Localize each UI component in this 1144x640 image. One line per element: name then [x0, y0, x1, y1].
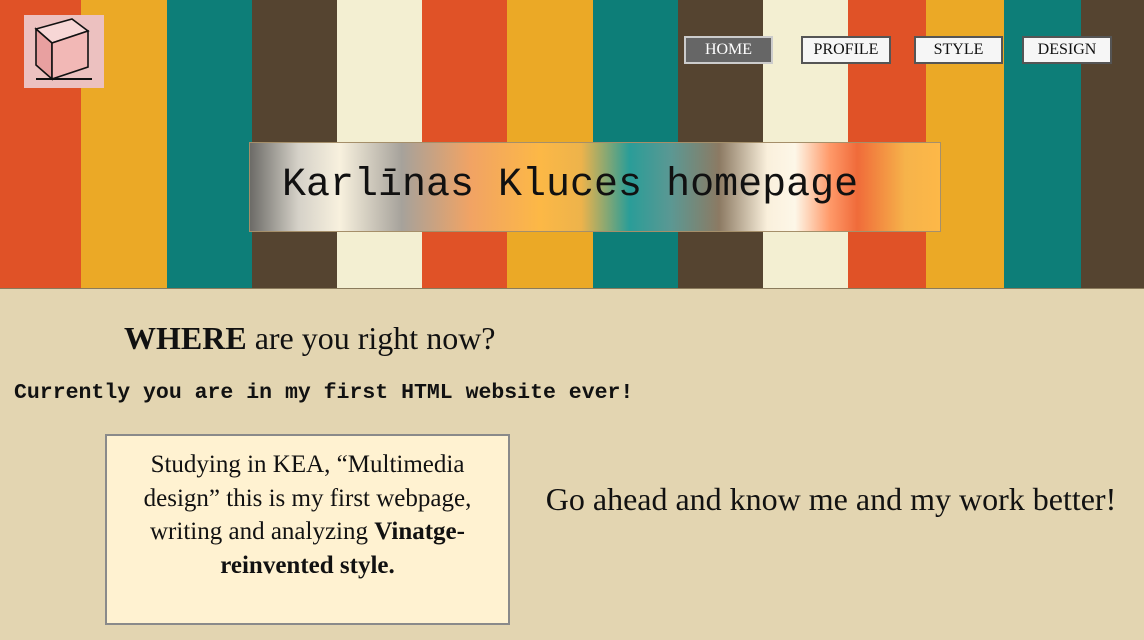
nav-style-button[interactable]: STYLE [914, 36, 1003, 64]
header-banner: HOME PROFILE STYLE DESIGN Karlīnas Kluce… [0, 0, 1144, 289]
stripe [167, 0, 252, 288]
call-to-action-text: Go ahead and know me and my work better! [545, 481, 1117, 517]
where-bold: WHERE [124, 320, 247, 356]
cube-icon [34, 18, 92, 81]
where-rest: are you right now? [246, 320, 496, 356]
current-location-text: Currently you are in my first HTML websi… [14, 381, 634, 405]
nav-profile-button[interactable]: PROFILE [801, 36, 891, 64]
nav-home-button[interactable]: HOME [684, 36, 773, 64]
page-title: Karlīnas Kluces homepage [249, 142, 941, 232]
where-heading: WHERE are you right now? [124, 318, 496, 358]
study-info-box: Studying in KEA, “Multimedia design” thi… [105, 434, 510, 625]
site-logo[interactable] [24, 15, 104, 88]
nav-design-button[interactable]: DESIGN [1022, 36, 1112, 64]
